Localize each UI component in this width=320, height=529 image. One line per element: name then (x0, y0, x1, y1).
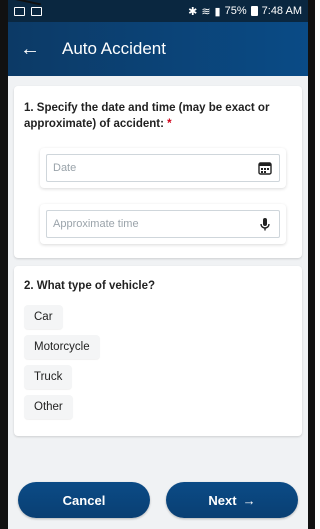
time-placeholder: Approximate time (53, 218, 139, 230)
next-button[interactable]: Next → (166, 482, 298, 518)
calendar-icon[interactable] (257, 160, 273, 176)
signal-icon: ▮ (214, 5, 221, 18)
date-field[interactable]: Date (40, 148, 286, 188)
time-input[interactable]: Approximate time (46, 210, 280, 238)
option-list: Car Motorcycle Truck Other (24, 302, 292, 422)
option-other[interactable]: Other (24, 395, 73, 419)
cancel-button[interactable]: Cancel (18, 482, 150, 518)
battery-icon (250, 6, 258, 16)
app-bar: ← Auto Accident (8, 22, 308, 76)
device-frame: ✱ ≋ ▮ 75% 7:48 AM ← Auto Accident 1. Spe… (0, 0, 315, 529)
wifi-icon: ≋ (201, 5, 211, 18)
required-marker: * (167, 118, 172, 130)
option-motorcycle[interactable]: Motorcycle (24, 335, 100, 359)
bottom-actions: Cancel Next → (8, 471, 308, 529)
question-card-vehicle-type: 2. What type of vehicle? Car Motorcycle … (14, 266, 302, 436)
option-truck[interactable]: Truck (24, 365, 73, 389)
time-field[interactable]: Approximate time (40, 204, 286, 244)
form-content: 1. Specify the date and time (may be exa… (8, 76, 308, 436)
status-bar: ✱ ≋ ▮ 75% 7:48 AM (8, 0, 308, 22)
question-label: 1. Specify the date and time (may be exa… (24, 100, 292, 132)
microphone-icon[interactable] (257, 216, 273, 232)
date-input[interactable]: Date (46, 154, 280, 182)
app-screen: ✱ ≋ ▮ 75% 7:48 AM ← Auto Accident 1. Spe… (8, 0, 308, 529)
arrow-left-icon: ← (20, 37, 40, 60)
question-card-date-time: 1. Specify the date and time (may be exa… (14, 86, 302, 258)
image-icon (31, 6, 42, 16)
device-bezel-left (0, 0, 8, 529)
wifi-calling-icon (14, 6, 25, 16)
bluetooth-icon: ✱ (188, 5, 198, 18)
next-label: Next (208, 492, 237, 508)
question-text: 1. Specify the date and time (may be exa… (24, 102, 270, 130)
arrow-right-icon: → (242, 492, 256, 508)
device-bezel-right (308, 0, 315, 529)
page-title: Auto Accident (62, 39, 166, 58)
cancel-label: Cancel (62, 492, 106, 508)
option-car[interactable]: Car (24, 305, 63, 329)
status-time: 7:48 AM (261, 5, 302, 17)
question-label: 2. What type of vehicle? (24, 280, 155, 292)
date-placeholder: Date (53, 162, 77, 174)
status-bar-right: ✱ ≋ ▮ 75% 7:48 AM (188, 5, 302, 18)
battery-percent: 75% (224, 5, 247, 17)
status-bar-left (14, 6, 42, 16)
back-button[interactable]: ← (20, 38, 48, 61)
